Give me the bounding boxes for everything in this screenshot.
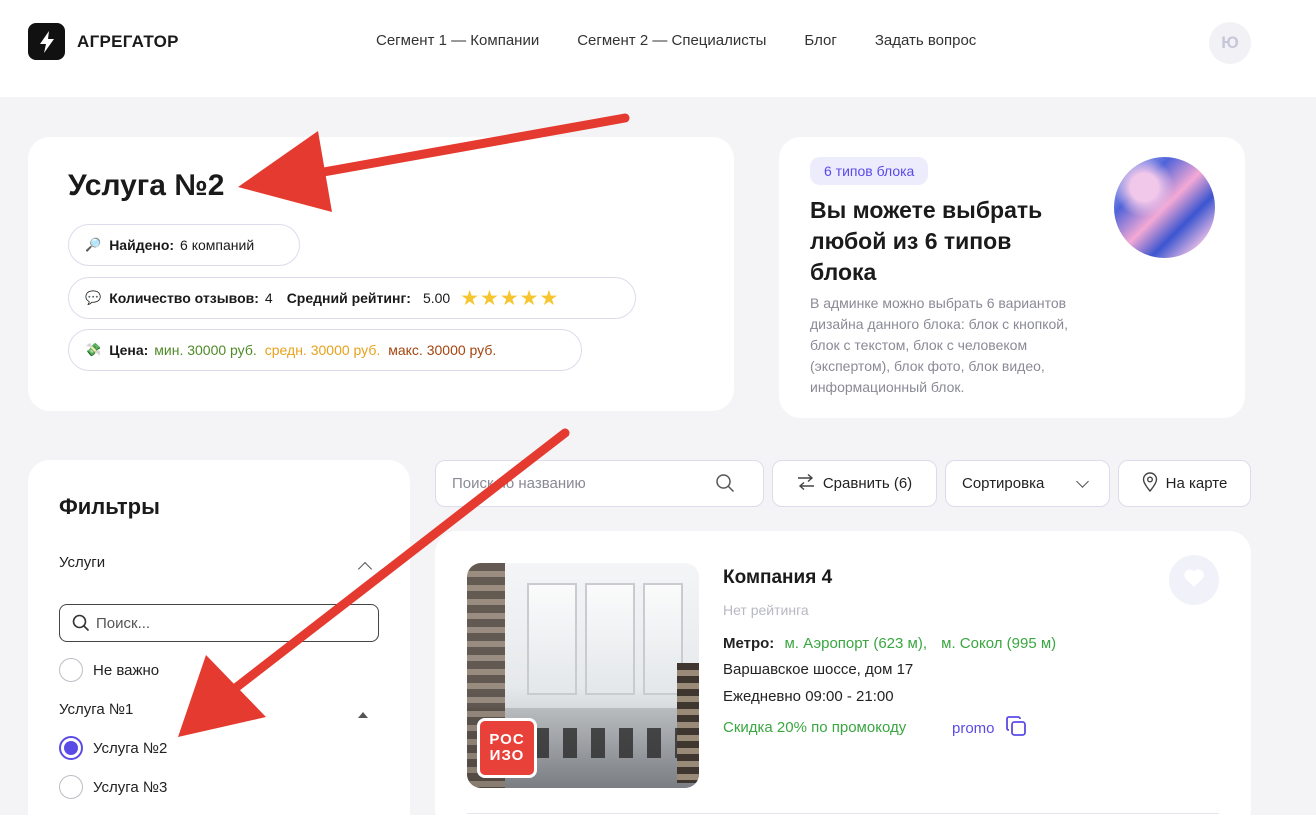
chevron-up-icon[interactable]	[357, 561, 373, 577]
logo-text: АГРЕГАТОР	[77, 31, 179, 51]
badge-line-1: РОС	[489, 731, 525, 748]
badge-line-2: ИЗО	[489, 747, 525, 764]
main-nav: Сегмент 1 — Компании Сегмент 2 — Специал…	[376, 32, 976, 49]
metro-station-1: м. Аэропорт (623 м),	[784, 635, 927, 652]
heart-icon	[1183, 568, 1205, 593]
favorite-button[interactable]	[1169, 555, 1219, 605]
top-header: АГРЕГАТОР Сегмент 1 — Компании Сегмент 2…	[0, 0, 1316, 97]
radio[interactable]	[59, 658, 83, 682]
map-label: На карте	[1165, 475, 1228, 492]
reviews-label: Количество отзывов:	[109, 290, 259, 306]
nav-segment-2[interactable]: Сегмент 2 — Специалисты	[577, 32, 766, 49]
nav-ask-question[interactable]: Задать вопрос	[875, 32, 976, 49]
option-service-2[interactable]: Услуга №2	[59, 736, 167, 760]
company-photo[interactable]: РОС ИЗО	[467, 563, 699, 788]
found-pill: 🔎 Найдено: 6 компаний	[68, 224, 300, 266]
filter-search-placeholder: Поиск...	[96, 614, 151, 632]
metro-label: Метро:	[723, 635, 775, 652]
info-block-card: 6 типов блока Вы можете выбрать любой из…	[779, 137, 1245, 418]
service-summary-card: Услуга №2 🔎 Найдено: 6 компаний 💬 Количе…	[28, 137, 734, 411]
rating-stars: ★ ★ ★ ★ ★	[460, 288, 558, 309]
option-service-3[interactable]: Услуга №3	[59, 775, 167, 799]
magnifier-icon: 🔎	[85, 237, 102, 252]
reviews-pill: 💬 Количество отзывов: 4 Средний рейтинг:…	[68, 277, 636, 319]
company-name[interactable]: Компания 4	[723, 567, 832, 589]
price-label: Цена:	[109, 342, 149, 358]
option-not-important[interactable]: Не важно	[59, 658, 159, 682]
metro-station-2: м. Сокол (995 м)	[941, 635, 1057, 652]
star-icon: ★	[460, 286, 480, 310]
money-icon: 💸	[85, 342, 102, 357]
filters-panel: Фильтры Услуги Поиск... Не важно Услуга …	[28, 460, 410, 815]
rating-value: 5.00	[422, 290, 451, 306]
lightning-icon	[28, 23, 65, 60]
group-label-service-1[interactable]: Услуга №1	[59, 701, 133, 718]
compare-button[interactable]: Сравнить (6)	[772, 460, 937, 507]
nav-segment-1[interactable]: Сегмент 1 — Компании	[376, 32, 539, 49]
company-hours: Ежедневно 09:00 - 21:00	[723, 688, 894, 705]
promo-label: promo	[952, 719, 995, 737]
star-icon: ★	[519, 286, 539, 310]
search-icon	[72, 614, 90, 632]
info-tag: 6 типов блока	[810, 157, 929, 185]
rating-label: Средний рейтинг:	[286, 290, 411, 306]
radio[interactable]	[59, 775, 83, 799]
divider	[467, 813, 1219, 814]
window	[585, 583, 635, 695]
abstract-image	[1114, 157, 1215, 258]
option-label: Услуга №2	[93, 739, 168, 757]
star-icon: ★	[480, 286, 499, 310]
company-logo-badge: РОС ИЗО	[477, 718, 537, 778]
chevron-down-icon	[1076, 475, 1089, 488]
name-search-input[interactable]: Поиск по названию	[435, 460, 764, 507]
found-label: Найдено:	[109, 237, 175, 253]
services-section-label[interactable]: Услуги	[59, 554, 105, 571]
metro-line: Метро: м. Аэропорт (623 м), м. Сокол (99…	[723, 635, 1056, 652]
radio-selected[interactable]	[59, 736, 83, 760]
name-search-placeholder: Поиск по названию	[452, 475, 586, 492]
speech-bubble-icon: 💬	[85, 290, 102, 305]
swap-arrows-icon	[797, 473, 815, 494]
compare-label: Сравнить (6)	[822, 475, 913, 492]
price-min: мин. 30000 руб.	[154, 342, 257, 358]
bookshelf	[677, 663, 699, 783]
page-title: Услуга №2	[68, 169, 225, 202]
sort-dropdown[interactable]: Сортировка	[945, 460, 1110, 507]
search-icon[interactable]	[715, 473, 735, 497]
star-icon: ★	[499, 286, 519, 310]
option-label: Услуга №3	[93, 778, 168, 796]
nav-blog[interactable]: Блог	[804, 32, 836, 49]
filters-title: Фильтры	[59, 494, 160, 519]
copy-icon[interactable]	[1005, 715, 1027, 741]
info-title: Вы можете выбрать любой из 6 типов блока	[810, 197, 1043, 285]
company-rating: Нет рейтинга	[723, 602, 809, 618]
map-pin-icon	[1142, 471, 1158, 496]
company-address: Варшавское шоссе, дом 17	[723, 661, 914, 678]
avatar[interactable]: Ю	[1209, 22, 1251, 64]
company-discount: Скидка 20% по промокоду	[723, 719, 907, 736]
price-avg: средн. 30000 руб.	[264, 342, 381, 358]
logo[interactable]: АГРЕГАТОР	[28, 23, 179, 60]
promo-code[interactable]: promo	[952, 715, 1027, 741]
window	[527, 583, 577, 695]
found-value: 6 компаний	[180, 237, 255, 253]
triangle-up-icon[interactable]	[358, 712, 368, 718]
star-icon: ★	[539, 286, 559, 310]
company-card[interactable]: РОС ИЗО Компания 4 Нет рейтинга Метро: м…	[435, 531, 1251, 815]
info-text: В админке можно выбрать 6 вариантов диза…	[810, 295, 1069, 395]
price-pill: 💸 Цена: мин. 30000 руб. средн. 30000 руб…	[68, 329, 582, 371]
sort-label: Сортировка	[962, 475, 1045, 492]
map-button[interactable]: На карте	[1118, 460, 1251, 507]
option-label: Не важно	[93, 661, 160, 679]
price-max: макс. 30000 руб.	[388, 342, 497, 358]
filter-search-input[interactable]: Поиск...	[59, 604, 379, 642]
reviews-value: 4	[264, 290, 273, 306]
